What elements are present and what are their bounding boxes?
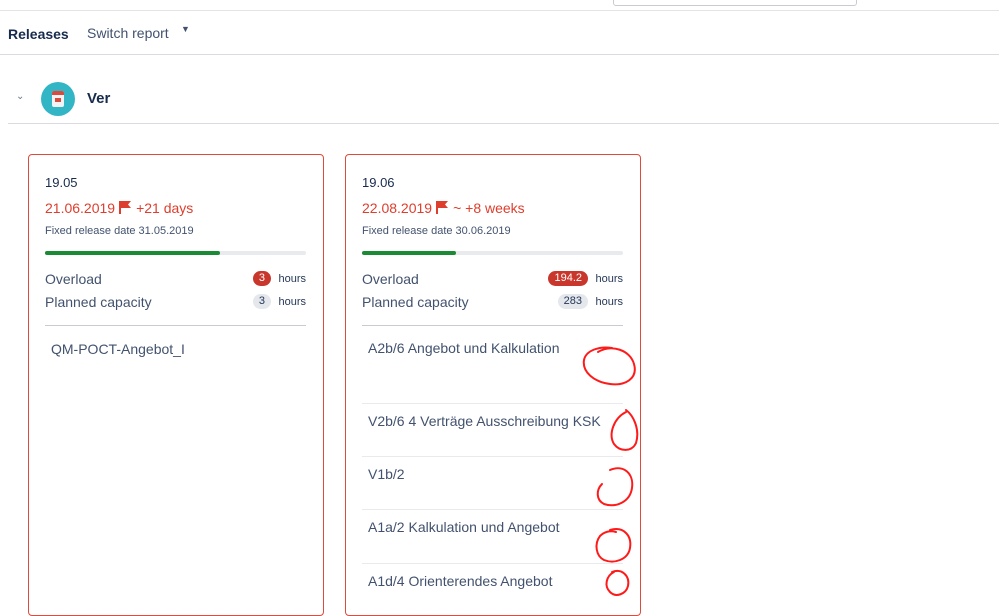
flag-icon: [119, 201, 133, 217]
overload-badge: 194.2: [548, 271, 588, 286]
issue-title[interactable]: A1a/2 Kalkulation und Angebot: [368, 519, 560, 535]
progress-bar: [45, 251, 306, 255]
overload-unit: hours: [278, 273, 306, 285]
issue-title[interactable]: V2b/6 4 Verträge Ausschreibung KSK: [368, 413, 601, 429]
capacity-label: Planned capacity: [362, 294, 469, 310]
due-date: 22.08.2019: [362, 200, 433, 216]
due-date: 21.06.2019: [45, 200, 116, 216]
issue-title[interactable]: V1b/2: [368, 466, 405, 482]
release-version[interactable]: 19.06: [362, 175, 395, 190]
capacity-row: Planned capacity 283 hours: [362, 294, 623, 312]
overload-unit: hours: [595, 273, 623, 285]
issue-item[interactable]: A1a/2 Kalkulation und Angebot: [362, 510, 623, 564]
issue-title[interactable]: A2b/6 Angebot und Kalkulation: [368, 340, 560, 356]
chevron-down-icon[interactable]: ▼: [181, 24, 190, 34]
release-version[interactable]: 19.05: [45, 175, 78, 190]
progress-bar: [362, 251, 623, 255]
issue-item[interactable]: A1d/4 Orienterendes Angebot: [362, 564, 623, 604]
overload-label: Overload: [45, 271, 102, 287]
capacity-label: Planned capacity: [45, 294, 152, 310]
release-card[interactable]: 19.06 22.08.2019 ~ +8 weeks Fixed release…: [345, 154, 641, 616]
issue-title[interactable]: A1d/4 Orienterendes Angebot: [368, 573, 552, 589]
sub-navigation: Releases Switch report ▼: [0, 10, 999, 55]
issue-item[interactable]: V2b/6 4 Verträge Ausschreibung KSK: [362, 404, 623, 457]
fixed-release-date: Fixed release date 30.06.2019: [362, 225, 511, 237]
progress-fill: [362, 251, 456, 255]
capacity-unit: hours: [595, 296, 623, 308]
search-input[interactable]: [613, 0, 857, 6]
due-delta: ~ +8 weeks: [453, 200, 525, 216]
issue-item[interactable]: A2b/6 Angebot und Kalkulation: [362, 326, 623, 404]
project-name[interactable]: Ver: [87, 90, 110, 107]
overload-row: Overload 3 hours: [45, 271, 306, 289]
capacity-row: Planned capacity 3 hours: [45, 294, 306, 312]
project-avatar: [41, 82, 75, 116]
flag-icon: [436, 201, 450, 217]
overload-row: Overload 194.2 hours: [362, 271, 623, 289]
issue-title[interactable]: QM-POCT-Angebot_I: [51, 341, 185, 357]
collapse-chevron-icon[interactable]: ⌄: [16, 91, 24, 102]
issue-item[interactable]: V1b/2: [362, 457, 623, 510]
release-due: 22.08.2019 ~ +8 weeks: [362, 200, 525, 217]
divider: [45, 325, 306, 326]
overload-label: Overload: [362, 271, 419, 287]
capacity-unit: hours: [278, 296, 306, 308]
fixed-release-date: Fixed release date 31.05.2019: [45, 225, 194, 237]
project-header: ⌄ Ver: [8, 55, 999, 124]
due-delta: +21 days: [136, 200, 194, 216]
capacity-badge: 3: [252, 294, 271, 309]
capacity-badge: 283: [557, 294, 588, 309]
overload-badge: 3: [252, 271, 271, 286]
issue-item[interactable]: QM-POCT-Angebot_I: [45, 341, 306, 371]
release-due: 21.06.2019 +21 days: [45, 200, 193, 217]
switch-report-dropdown[interactable]: Switch report: [87, 25, 169, 41]
page-title: Releases: [8, 26, 69, 42]
release-card[interactable]: 19.05 21.06.2019 +21 days Fixed release d…: [28, 154, 324, 616]
progress-fill: [45, 251, 220, 255]
